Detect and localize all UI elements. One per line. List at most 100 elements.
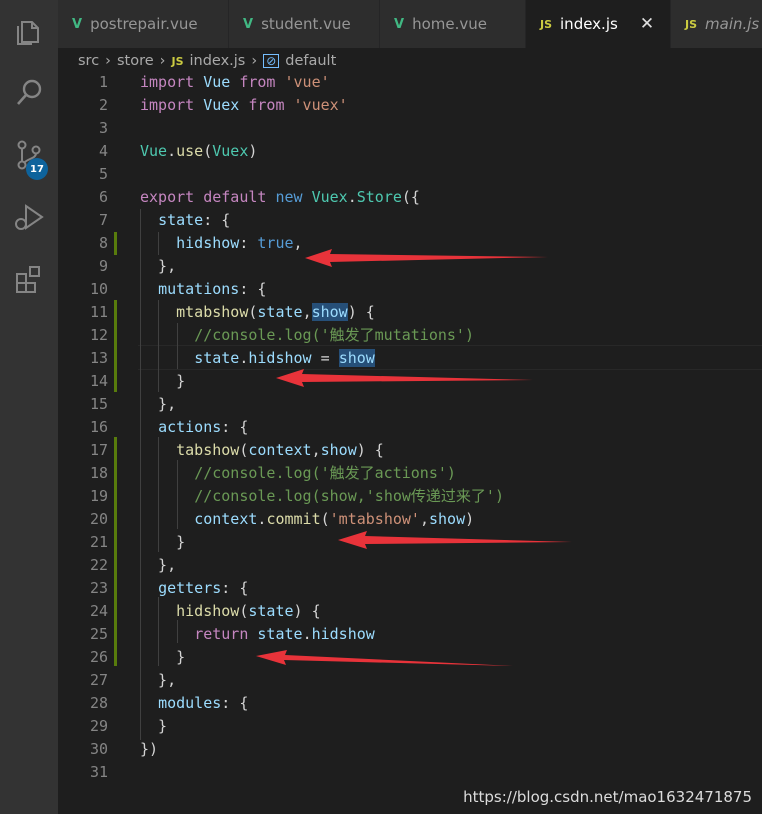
code-text: import Vuex from 'vuex' bbox=[140, 96, 348, 114]
line-number: 2 bbox=[98, 96, 108, 114]
code-line: 7 state: { bbox=[58, 209, 762, 232]
code-text: export default new Vuex.Store({ bbox=[140, 188, 420, 206]
code-line: 3 bbox=[58, 117, 762, 140]
code-line: 15 }, bbox=[58, 393, 762, 416]
code-text: state: { bbox=[158, 211, 231, 229]
symbol-module-icon: ⊘ bbox=[263, 54, 280, 68]
line-number: 19 bbox=[89, 487, 108, 505]
line-number: 16 bbox=[89, 418, 108, 436]
code-text: mtabshow(state,show) { bbox=[176, 303, 375, 321]
editor-tab-bar: V postrepair.vue V student.vue V home.vu… bbox=[58, 0, 762, 48]
code-line: 17 tabshow(context,show) { bbox=[58, 439, 762, 462]
code-line: 19 //console.log(show,'show传递过来了') bbox=[58, 485, 762, 508]
breadcrumb-symbol[interactable]: default bbox=[285, 53, 336, 69]
code-line: 25 return state.hidshow bbox=[58, 623, 762, 646]
tab-home-vue[interactable]: V home.vue bbox=[380, 0, 526, 48]
tab-student-vue[interactable]: V student.vue bbox=[229, 0, 380, 48]
line-number: 17 bbox=[89, 441, 108, 459]
code-line: 20 context.commit('mtabshow',show) bbox=[58, 508, 762, 531]
line-number: 20 bbox=[89, 510, 108, 528]
line-number: 22 bbox=[89, 556, 108, 574]
explorer-icon[interactable] bbox=[12, 14, 46, 48]
line-number: 5 bbox=[98, 165, 108, 183]
code-text: Vue.use(Vuex) bbox=[140, 142, 258, 160]
js-icon: JS bbox=[540, 17, 553, 31]
js-icon: JS bbox=[171, 54, 184, 68]
line-number: 30 bbox=[89, 740, 108, 758]
line-number: 24 bbox=[89, 602, 108, 620]
line-number: 14 bbox=[89, 372, 108, 390]
tab-label: home.vue bbox=[412, 15, 487, 33]
code-line: 31 bbox=[58, 761, 762, 784]
scm-count-badge: 17 bbox=[26, 158, 48, 180]
code-text: hidshow: true, bbox=[176, 234, 303, 252]
tab-postrepair-vue[interactable]: V postrepair.vue bbox=[58, 0, 229, 48]
line-number: 23 bbox=[89, 579, 108, 597]
code-text: mutations: { bbox=[158, 280, 267, 298]
code-text: }, bbox=[140, 671, 177, 689]
code-text: }) bbox=[140, 740, 159, 758]
code-text: import Vue from 'vue' bbox=[140, 73, 330, 91]
code-line: 9 }, bbox=[58, 255, 762, 278]
code-text: }, bbox=[140, 257, 177, 275]
close-icon[interactable]: ✕ bbox=[640, 14, 654, 34]
code-line: 14 } bbox=[58, 370, 762, 393]
line-number: 7 bbox=[98, 211, 108, 229]
search-icon[interactable] bbox=[12, 76, 46, 110]
code-line: 16 actions: { bbox=[58, 416, 762, 439]
vue-icon: V bbox=[394, 16, 405, 32]
line-number: 3 bbox=[98, 119, 108, 137]
vue-icon: V bbox=[243, 16, 254, 32]
code-text: hidshow(state) { bbox=[176, 602, 321, 620]
code-text: }, bbox=[140, 395, 177, 413]
tab-label: index.js bbox=[560, 15, 618, 33]
code-text: }, bbox=[140, 556, 177, 574]
code-text: tabshow(context,show) { bbox=[176, 441, 384, 459]
run-debug-icon[interactable] bbox=[12, 200, 46, 234]
code-line: 22 }, bbox=[58, 554, 762, 577]
code-line: 12 //console.log('触发了mutations') bbox=[58, 324, 762, 347]
code-text: getters: { bbox=[158, 579, 249, 597]
code-text: //console.log(show,'show传递过来了') bbox=[194, 487, 504, 505]
code-text: } bbox=[140, 648, 186, 666]
line-number: 27 bbox=[89, 671, 108, 689]
chevron-right-icon: › bbox=[159, 53, 166, 69]
line-number: 4 bbox=[98, 142, 108, 160]
code-line: 4 Vue.use(Vuex) bbox=[58, 140, 762, 163]
extensions-icon[interactable] bbox=[12, 262, 46, 296]
breadcrumb-file[interactable]: index.js bbox=[190, 53, 246, 69]
line-number: 26 bbox=[89, 648, 108, 666]
code-line: 21 } bbox=[58, 531, 762, 554]
breadcrumb-src[interactable]: src bbox=[78, 53, 99, 69]
code-text: actions: { bbox=[158, 418, 249, 436]
code-line: 29 } bbox=[58, 715, 762, 738]
code-line: 10 mutations: { bbox=[58, 278, 762, 301]
line-number: 31 bbox=[89, 763, 108, 781]
code-text: //console.log('触发了actions') bbox=[194, 464, 456, 482]
code-text: } bbox=[140, 533, 186, 551]
line-number: 12 bbox=[89, 326, 108, 344]
vue-icon: V bbox=[72, 16, 83, 32]
code-text: context.commit('mtabshow',show) bbox=[194, 510, 475, 528]
code-line: 5 bbox=[58, 163, 762, 186]
line-number: 21 bbox=[89, 533, 108, 551]
code-text: return state.hidshow bbox=[194, 625, 375, 643]
tab-label: postrepair.vue bbox=[90, 15, 198, 33]
line-number: 18 bbox=[89, 464, 108, 482]
code-text: } bbox=[140, 717, 168, 735]
code-line: 1 import Vue from 'vue' bbox=[58, 71, 762, 94]
code-line: 8 hidshow: true, bbox=[58, 232, 762, 255]
code-line: 30}) bbox=[58, 738, 762, 761]
code-line: 23 getters: { bbox=[58, 577, 762, 600]
line-number: 9 bbox=[98, 257, 108, 275]
code-text: state.hidshow = show bbox=[194, 349, 375, 367]
code-editor[interactable]: 1 import Vue from 'vue' 2 import Vuex from… bbox=[58, 71, 762, 814]
tab-main-js[interactable]: JS main.js bbox=[671, 0, 762, 48]
code-line: 24 hidshow(state) { bbox=[58, 600, 762, 623]
line-number: 1 bbox=[98, 73, 108, 91]
tab-index-js[interactable]: JS index.js ✕ bbox=[526, 0, 671, 48]
line-number: 13 bbox=[89, 349, 108, 367]
line-number: 8 bbox=[98, 234, 108, 252]
code-text: modules: { bbox=[158, 694, 249, 712]
breadcrumb-store[interactable]: store bbox=[117, 53, 154, 69]
